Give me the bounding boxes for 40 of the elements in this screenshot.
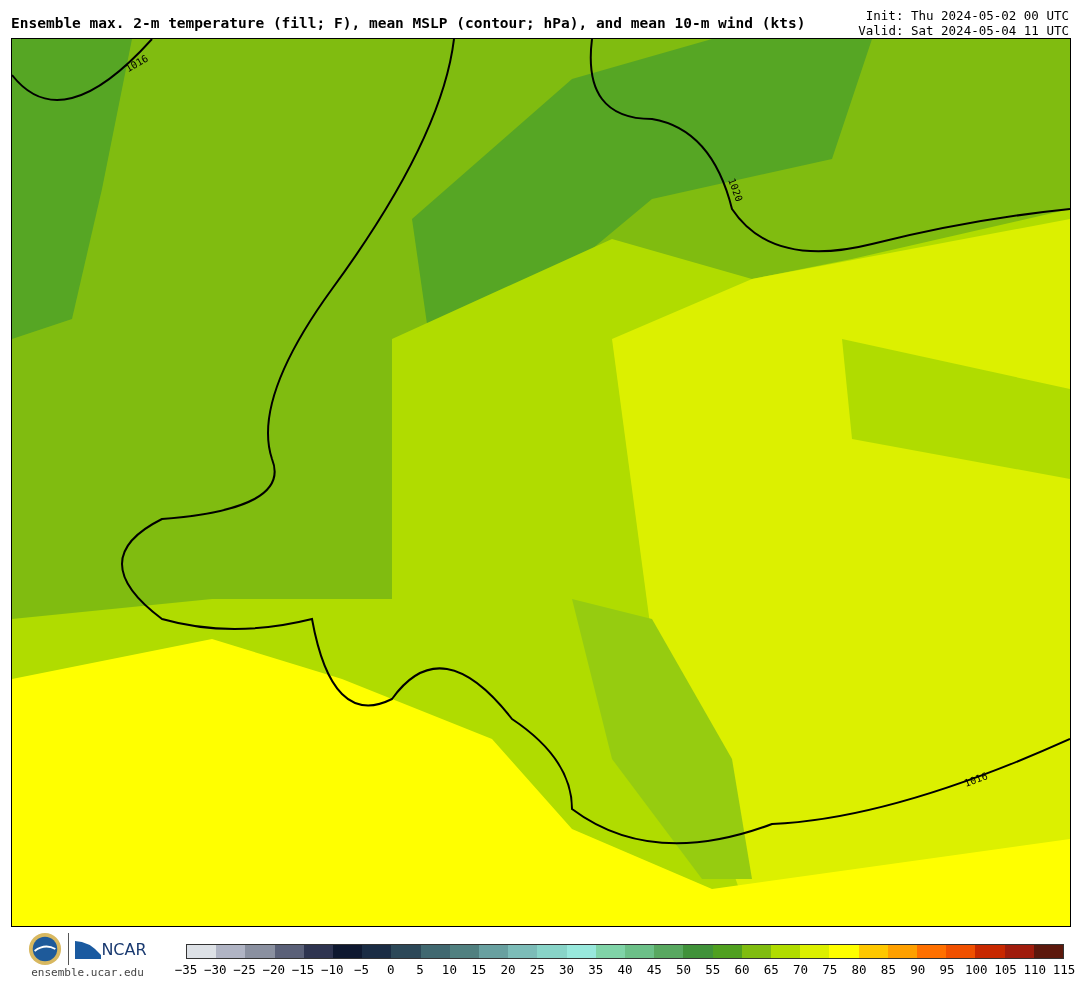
valid-time: Valid: Sat 2024-05-04 11 UTC (858, 23, 1069, 38)
tick-label: 90 (910, 962, 926, 977)
tick-label: 55 (705, 962, 721, 977)
seal-logo-icon (28, 932, 63, 966)
tick-label: 110 (1023, 962, 1046, 977)
tick-label: 30 (558, 962, 574, 977)
tick-label: −30 (204, 962, 227, 977)
tick-label: 15 (471, 962, 487, 977)
contour-label: 1020 (726, 177, 744, 204)
tick-label: −10 (321, 962, 344, 977)
tick-label: 45 (646, 962, 662, 977)
tick-label: 80 (851, 962, 867, 977)
chart-title: Ensemble max. 2-m temperature (fill; F), mean MSLP (contour; hPa), and mean 10-m wind (kts) (11, 14, 806, 33)
tick-label: 100 (964, 962, 988, 977)
tick-label: 60 (734, 962, 750, 977)
contour-label: 1016 (124, 53, 151, 74)
org-logo-text: NCAR (101, 939, 147, 959)
site-url: ensemble.ucar.edu (31, 966, 144, 979)
tick-label: 40 (617, 962, 633, 977)
tick-label: 65 (763, 962, 779, 977)
tick-label: 0 (387, 962, 395, 977)
tick-label: 25 (529, 962, 545, 977)
tick-label: 50 (676, 962, 692, 977)
tick-label: 95 (939, 962, 955, 977)
tick-label: 5 (416, 962, 424, 977)
tick-label: 20 (500, 962, 516, 977)
tick-label: 35 (588, 962, 604, 977)
tick-label: −25 (233, 962, 256, 977)
tick-label: 115 (1052, 962, 1076, 977)
tick-label: 75 (822, 962, 838, 977)
init-time: Init: Thu 2024-05-02 00 UTC (865, 8, 1069, 23)
tick-label: 10 (441, 962, 457, 977)
swoosh-logo-icon (75, 939, 102, 959)
tick-label: 70 (793, 962, 809, 977)
tick-label: −15 (291, 962, 315, 977)
tick-label: −20 (262, 962, 286, 977)
tick-label: 105 (994, 962, 1017, 977)
tick-label: −35 (174, 962, 198, 977)
tick-label: 85 (880, 962, 896, 977)
tick-label: −5 (354, 962, 370, 977)
